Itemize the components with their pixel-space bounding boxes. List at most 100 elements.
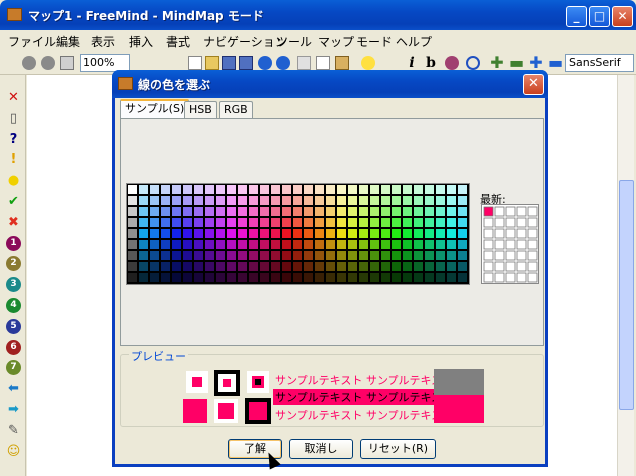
color-swatch[interactable] [425, 196, 434, 205]
color-swatch[interactable] [249, 185, 258, 194]
cloud-icon[interactable] [466, 56, 480, 70]
color-swatch[interactable] [414, 240, 423, 249]
color-swatch[interactable] [315, 196, 324, 205]
color-swatch[interactable] [425, 273, 434, 282]
color-swatch[interactable] [458, 196, 467, 205]
color-swatch[interactable] [205, 273, 214, 282]
color-swatch[interactable] [403, 240, 412, 249]
color-swatch[interactable] [315, 207, 324, 216]
minimize-button[interactable]: _ [566, 6, 587, 27]
color-swatch[interactable] [337, 196, 346, 205]
color-swatch[interactable] [249, 229, 258, 238]
priority-4-icon[interactable]: 4 [6, 298, 21, 313]
color-swatch[interactable] [436, 273, 445, 282]
color-swatch[interactable] [161, 251, 170, 260]
color-swatch[interactable] [227, 196, 236, 205]
color-swatch[interactable] [194, 185, 203, 194]
color-swatch[interactable] [227, 273, 236, 282]
menu-help[interactable]: ヘルプ [396, 33, 432, 50]
color-swatch[interactable] [370, 251, 379, 260]
color-swatch[interactable] [205, 240, 214, 249]
color-swatch[interactable] [458, 251, 467, 260]
color-swatch[interactable] [205, 251, 214, 260]
color-swatch[interactable] [282, 262, 291, 271]
color-swatch[interactable] [282, 273, 291, 282]
color-swatch[interactable] [403, 229, 412, 238]
color-swatch[interactable] [172, 207, 181, 216]
color-swatch[interactable] [414, 229, 423, 238]
color-swatch[interactable] [392, 229, 401, 238]
recent-swatch[interactable] [494, 206, 505, 217]
color-swatch[interactable] [128, 207, 137, 216]
recent-swatch[interactable] [483, 250, 494, 261]
color-swatch[interactable] [359, 273, 368, 282]
color-swatch[interactable] [139, 251, 148, 260]
recent-swatch[interactable] [516, 250, 527, 261]
color-swatch[interactable] [271, 207, 280, 216]
color-swatch[interactable] [337, 262, 346, 271]
arrow-left-icon[interactable]: ⬅ [6, 381, 21, 396]
recent-swatch[interactable] [505, 250, 516, 261]
color-swatch[interactable] [414, 196, 423, 205]
color-swatch[interactable] [183, 185, 192, 194]
color-swatch[interactable] [282, 196, 291, 205]
color-swatch[interactable] [370, 207, 379, 216]
question-icon[interactable]: ? [6, 132, 21, 147]
color-swatch[interactable] [370, 196, 379, 205]
color-swatch[interactable] [128, 185, 137, 194]
color-swatch[interactable] [150, 218, 159, 227]
idea-icon[interactable] [361, 56, 375, 70]
trash-icon[interactable]: ▯ [6, 111, 21, 126]
recent-swatch[interactable] [505, 228, 516, 239]
recent-swatch[interactable] [527, 250, 538, 261]
color-swatch[interactable] [436, 207, 445, 216]
recent-swatch[interactable] [505, 261, 516, 272]
color-swatch[interactable] [271, 251, 280, 260]
color-swatch[interactable] [161, 229, 170, 238]
recent-swatch[interactable] [494, 261, 505, 272]
color-swatch[interactable] [436, 262, 445, 271]
color-swatch[interactable] [205, 196, 214, 205]
warning-icon[interactable]: ! [6, 152, 21, 167]
recent-swatch[interactable] [505, 239, 516, 250]
recent-swatch[interactable] [516, 272, 527, 283]
color-swatch[interactable] [238, 185, 247, 194]
color-swatch[interactable] [271, 273, 280, 282]
color-swatch[interactable] [205, 218, 214, 227]
window-close-button[interactable]: ✕ [612, 6, 633, 27]
color-swatch[interactable] [271, 229, 280, 238]
color-swatch[interactable] [370, 262, 379, 271]
color-swatch[interactable] [150, 251, 159, 260]
open-icon[interactable] [205, 56, 219, 70]
dialog-close-button[interactable]: ✕ [523, 74, 544, 95]
color-swatch[interactable] [414, 251, 423, 260]
color-swatch[interactable] [359, 207, 368, 216]
color-swatch[interactable] [172, 185, 181, 194]
color-swatch[interactable] [128, 240, 137, 249]
color-swatch[interactable] [205, 262, 214, 271]
color-swatch[interactable] [271, 196, 280, 205]
color-swatch[interactable] [227, 207, 236, 216]
color-swatch[interactable] [172, 218, 181, 227]
menu-insert[interactable]: 挿入 [129, 33, 153, 50]
color-swatch[interactable] [359, 196, 368, 205]
color-swatch[interactable] [392, 262, 401, 271]
menu-view[interactable]: 表示 [91, 33, 115, 50]
color-swatch[interactable] [249, 251, 258, 260]
color-swatch[interactable] [447, 229, 456, 238]
color-swatch[interactable] [436, 196, 445, 205]
color-swatch[interactable] [282, 229, 291, 238]
color-swatch[interactable] [139, 240, 148, 249]
arrow-right-icon[interactable]: ➡ [6, 402, 21, 417]
reset-button[interactable]: リセット(R) [360, 439, 436, 459]
color-swatch[interactable] [150, 185, 159, 194]
plus-icon[interactable]: ✚ [490, 55, 504, 71]
recent-swatch[interactable] [527, 239, 538, 250]
color-swatch[interactable] [227, 229, 236, 238]
color-swatch[interactable] [271, 218, 280, 227]
menu-mode[interactable]: モード [356, 33, 392, 50]
color-swatch[interactable] [293, 207, 302, 216]
recent-swatch[interactable] [483, 272, 494, 283]
color-swatch[interactable] [447, 273, 456, 282]
color-swatch[interactable] [183, 196, 192, 205]
